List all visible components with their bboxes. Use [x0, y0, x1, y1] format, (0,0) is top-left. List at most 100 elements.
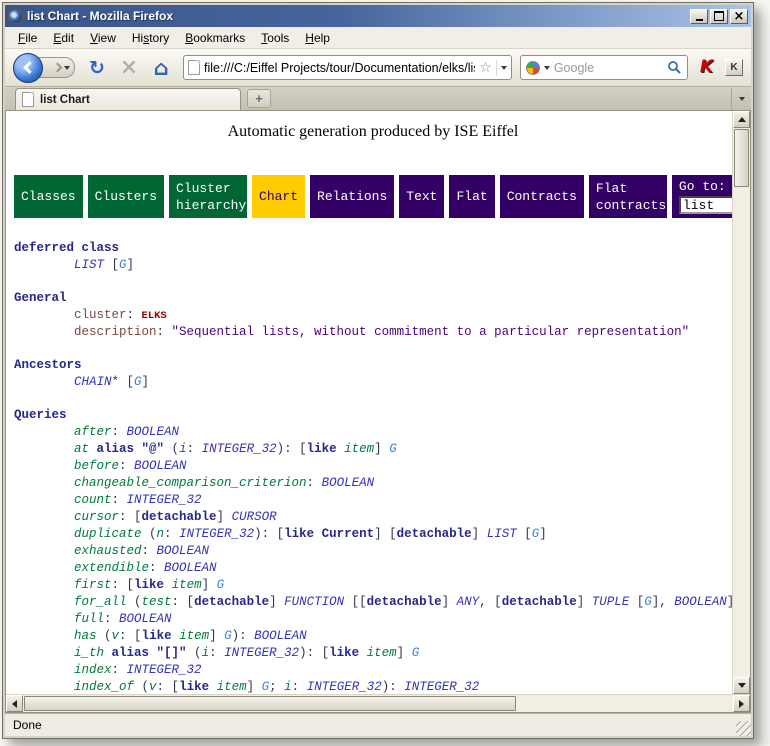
code-line: first: [like item] G — [14, 577, 732, 594]
nav-button-clusters[interactable]: Clusters — [88, 175, 164, 218]
code-line: CHAIN* [G] — [14, 374, 732, 391]
code-line: count: INTEGER_32 — [14, 492, 732, 509]
vertical-scrollbar[interactable] — [732, 111, 750, 694]
horizontal-scroll-thumb[interactable] — [24, 696, 516, 711]
code-line: for_all (test: [detachable] FUNCTION [[d… — [14, 594, 732, 611]
page-title: Automatic generation produced by ISE Eif… — [14, 123, 732, 141]
goto-label: Go to: — [679, 178, 726, 195]
nav-button-go-to[interactable]: Go to: — [672, 175, 732, 218]
k-extension-button[interactable] — [725, 59, 743, 76]
minimize-button[interactable] — [690, 9, 708, 24]
close-button[interactable] — [730, 9, 748, 24]
window-controls — [688, 9, 748, 24]
code-line: cursor: [detachable] CURSOR — [14, 509, 732, 526]
code-section: Generalcluster: ELKSdescription: "Sequen… — [14, 290, 732, 341]
nav-button-flat-contracts[interactable]: Flat contracts — [589, 175, 667, 218]
code-line: exhausted: BOOLEAN — [14, 543, 732, 560]
code-line: extendible: BOOLEAN — [14, 560, 732, 577]
goto-input[interactable] — [679, 196, 732, 214]
code-line: Queries — [14, 407, 732, 424]
url-separator — [496, 60, 497, 76]
menu-help[interactable]: Help — [298, 29, 337, 47]
up-arrow-icon — [738, 117, 746, 122]
back-button[interactable] — [13, 53, 43, 83]
window-title: list Chart - Mozilla Firefox — [27, 9, 684, 23]
list-all-tabs-button[interactable] — [731, 88, 751, 110]
search-box[interactable] — [520, 55, 688, 80]
nav-button-chart[interactable]: Chart — [252, 175, 305, 218]
tab-list-chart[interactable]: list Chart — [15, 88, 241, 110]
page-nav-buttons: ClassesClustersCluster hierarchyChartRel… — [14, 175, 732, 218]
menu-bar: FileEditViewHistoryBookmarksToolsHelp — [5, 27, 751, 49]
code-sections: deferred classLIST [G] Generalcluster: EL… — [14, 240, 732, 694]
history-dropdown-icon[interactable] — [64, 66, 70, 70]
maximize-button[interactable] — [710, 9, 728, 24]
vertical-scroll-track[interactable] — [733, 188, 750, 677]
nav-button-contracts[interactable]: Contracts — [500, 175, 584, 218]
code-line: after: BOOLEAN — [14, 424, 732, 441]
nav-button-flat[interactable]: Flat — [449, 175, 494, 218]
resize-grip[interactable] — [736, 721, 751, 736]
code-section: Queriesafter: BOOLEANat alias "@" (i: IN… — [14, 407, 732, 694]
menu-view[interactable]: View — [83, 29, 123, 47]
title-bar[interactable]: list Chart - Mozilla Firefox — [5, 5, 751, 27]
new-tab-button[interactable] — [247, 89, 271, 108]
search-magnifier-icon[interactable] — [667, 60, 682, 75]
code-line: duplicate (n: INTEGER_32): [like Current… — [14, 526, 732, 543]
status-bar: Done — [5, 713, 751, 736]
back-arrow-icon — [23, 61, 36, 74]
refresh-button[interactable] — [85, 56, 109, 80]
stop-button[interactable] — [117, 56, 141, 80]
down-arrow-icon — [738, 683, 746, 688]
code-line: changeable_comparison_criterion: BOOLEAN — [14, 475, 732, 492]
code-line: before: BOOLEAN — [14, 458, 732, 475]
horizontal-scroll-track[interactable] — [517, 695, 733, 712]
right-arrow-icon — [739, 700, 744, 708]
nav-button-relations[interactable]: Relations — [310, 175, 394, 218]
code-line: index: INTEGER_32 — [14, 662, 732, 679]
code-line: description: "Sequential lists, without … — [14, 324, 732, 341]
code-section: AncestorsCHAIN* [G] — [14, 357, 732, 391]
back-forward-cluster — [13, 53, 75, 83]
bookmark-star-icon[interactable] — [479, 59, 492, 77]
left-arrow-icon — [12, 700, 17, 708]
nav-button-classes[interactable]: Classes — [14, 175, 83, 218]
code-line: LIST [G] — [14, 257, 732, 274]
menu-history[interactable]: History — [125, 29, 176, 47]
engine-dropdown-icon[interactable] — [544, 66, 550, 70]
horizontal-scrollbar[interactable] — [6, 694, 750, 712]
tab-label: list Chart — [40, 94, 90, 106]
scroll-left-button[interactable] — [6, 695, 23, 712]
code-section: deferred classLIST [G] — [14, 240, 732, 274]
code-line: i_th alias "[]" (i: INTEGER_32): [like i… — [14, 645, 732, 662]
code-line: index_of (v: [like item] G; i: INTEGER_3… — [14, 679, 732, 694]
tabs-dropdown-icon — [739, 97, 745, 101]
url-input[interactable] — [204, 61, 475, 75]
code-line: Ancestors — [14, 357, 732, 374]
vertical-scroll-thumb[interactable] — [734, 129, 749, 187]
menu-bookmarks[interactable]: Bookmarks — [178, 29, 252, 47]
tab-strip: list Chart — [5, 87, 751, 111]
url-dropdown-icon[interactable] — [501, 66, 507, 70]
menu-tools[interactable]: Tools — [254, 29, 296, 47]
google-engine-icon[interactable] — [526, 61, 540, 75]
home-button[interactable] — [149, 56, 173, 80]
code-line: cluster: ELKS — [14, 307, 732, 324]
scroll-up-button[interactable] — [733, 111, 750, 128]
nav-button-text[interactable]: Text — [399, 175, 444, 218]
code-line: has (v: [like item] G): BOOLEAN — [14, 628, 732, 645]
code-line: deferred class — [14, 240, 732, 257]
nav-button-cluster-hierarchy[interactable]: Cluster hierarchy — [169, 175, 247, 218]
search-input[interactable] — [554, 61, 663, 75]
kaspersky-icon[interactable]: K — [700, 59, 713, 76]
navigation-toolbar: K — [5, 49, 751, 87]
menu-edit[interactable]: Edit — [46, 29, 81, 47]
url-bar[interactable] — [183, 55, 512, 80]
scroll-right-button[interactable] — [733, 695, 750, 712]
tab-page-icon — [22, 92, 34, 107]
scroll-down-button[interactable] — [733, 677, 750, 694]
browser-content-frame: Automatic generation produced by ISE Eif… — [5, 111, 751, 713]
status-text: Done — [13, 718, 42, 732]
menu-file[interactable]: File — [11, 29, 44, 47]
code-line: at alias "@" (i: INTEGER_32): [like item… — [14, 441, 732, 458]
